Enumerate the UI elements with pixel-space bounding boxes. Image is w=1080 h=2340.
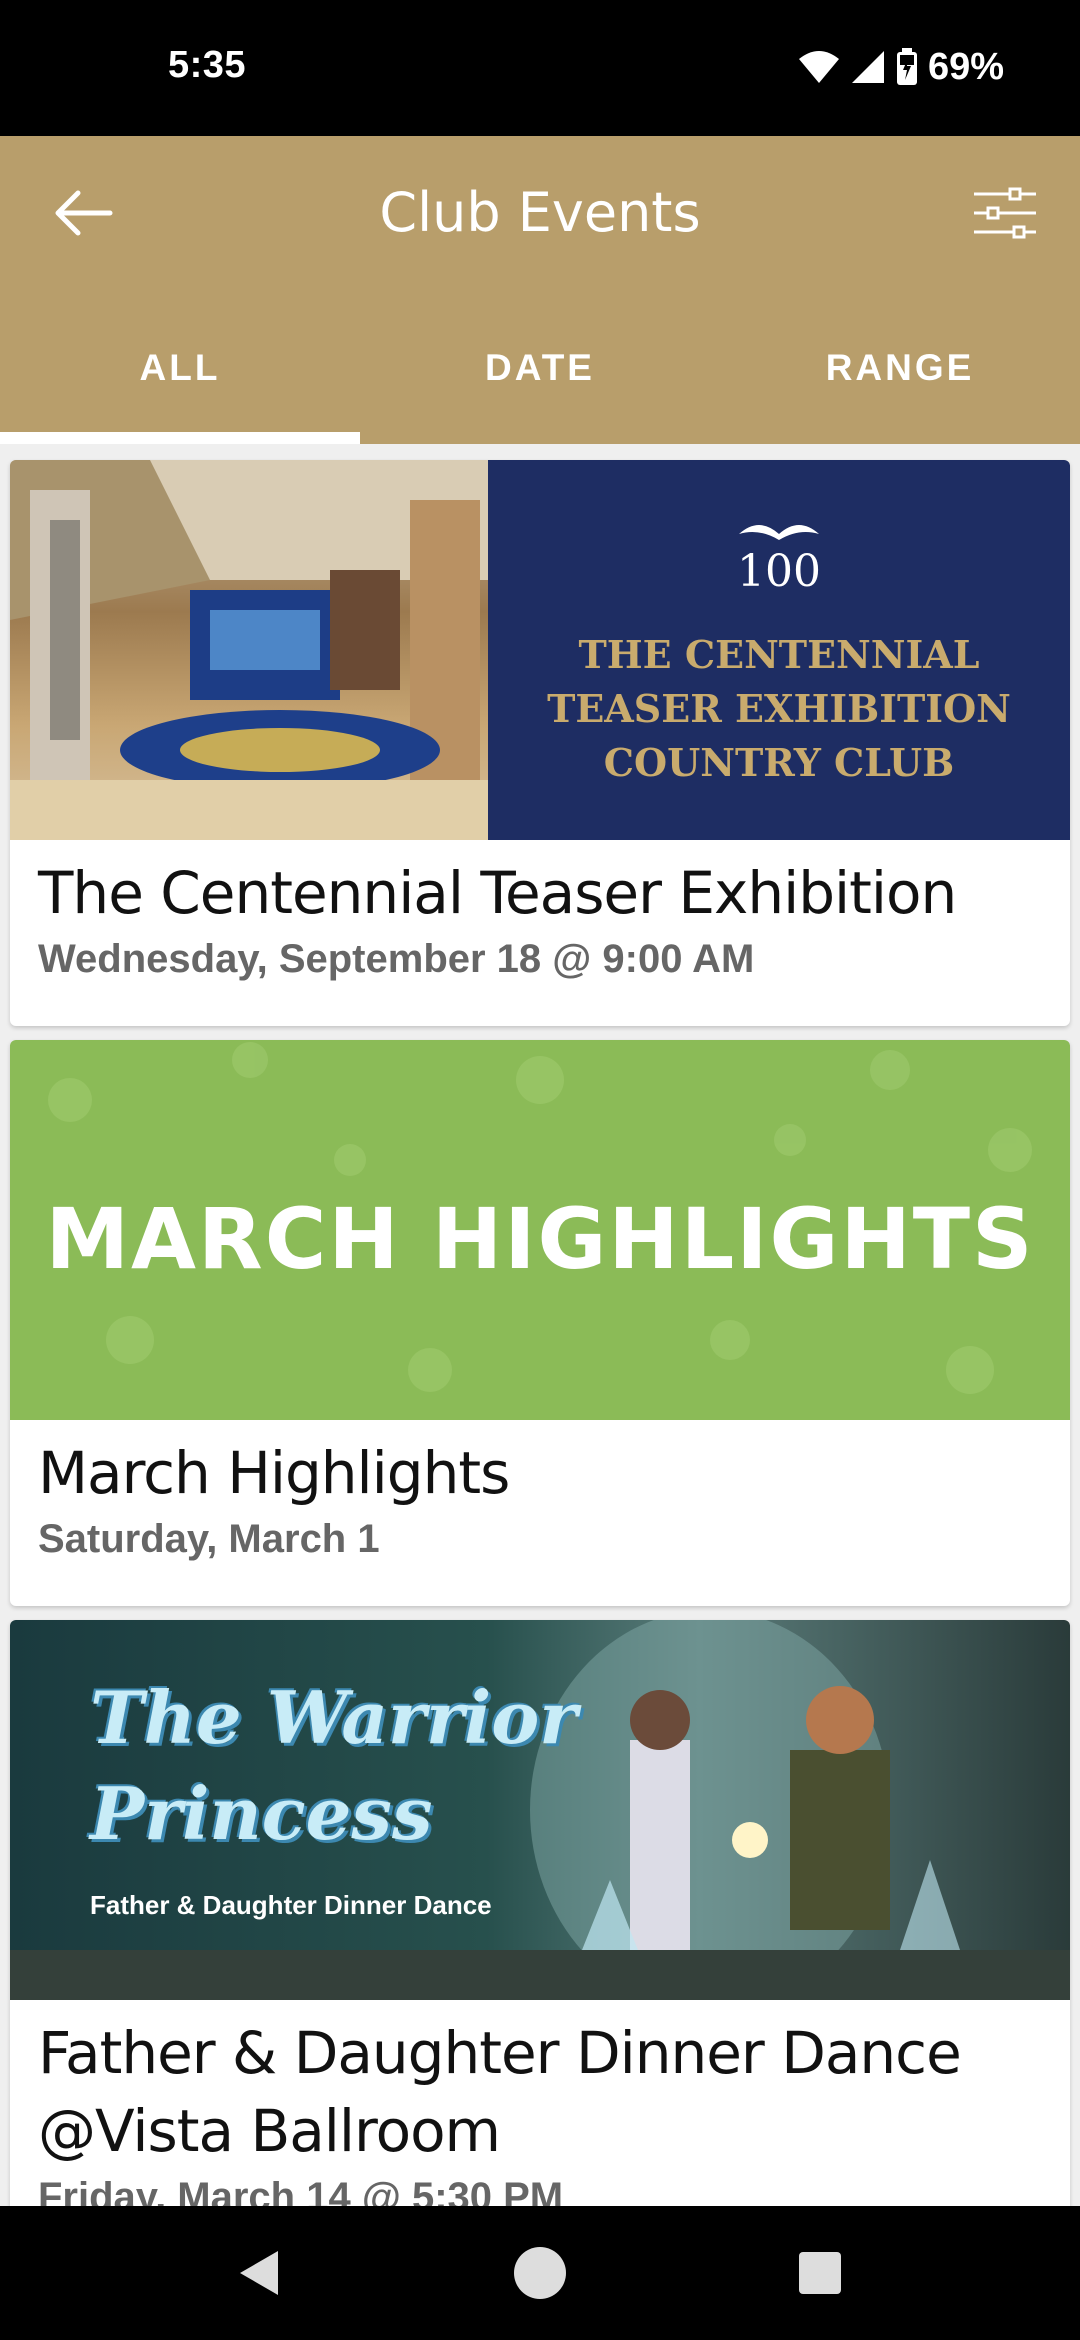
event-title: Father & Daughter Dinner Dance @Vista Ba… xyxy=(38,2019,962,2165)
svg-text:100: 100 xyxy=(737,546,821,592)
status-icons: 69% xyxy=(798,42,1004,92)
exhibition-hall-illustration xyxy=(10,460,488,840)
exhibition-banner: 100 THE CENTENNIAL TEASER EXHIBITION COU… xyxy=(488,460,1070,840)
event-image: MARCH HIGHLIGHTS xyxy=(10,1040,1070,1420)
banner-line-3: COUNTRY CLUB xyxy=(603,740,955,785)
event-list[interactable]: 100 THE CENTENNIAL TEASER EXHIBITION COU… xyxy=(0,444,1080,2206)
tab-bar: ALL DATE RANGE xyxy=(0,320,1080,444)
system-nav-bar xyxy=(0,2206,1080,2340)
banner-line-1: THE CENTENNIAL xyxy=(578,632,980,677)
page-title: Club Events xyxy=(379,181,701,244)
tab-range[interactable]: RANGE xyxy=(720,320,1080,444)
event-date: Saturday, March 1 xyxy=(38,1517,380,1561)
battery-icon xyxy=(896,48,917,85)
status-time: 5:35 xyxy=(168,44,247,86)
event-image: 100 THE CENTENNIAL TEASER EXHIBITION COU… xyxy=(10,460,1070,840)
event-card[interactable]: The Warrior Princess Father & Daughter D… xyxy=(10,1620,1070,2206)
event-image: The Warrior Princess Father & Daughter D… xyxy=(10,1620,1070,2000)
circle-home-icon[interactable] xyxy=(510,2243,570,2303)
battery-percent: 69% xyxy=(927,45,1004,88)
warrior-princess-subtitle: Father & Daughter Dinner Dance xyxy=(90,1890,492,1920)
script-line-1: The Warrior xyxy=(90,1675,578,1760)
exhibition-photo xyxy=(10,460,488,840)
centennial-logo: 100 xyxy=(737,525,821,592)
tab-all[interactable]: ALL xyxy=(0,320,360,444)
event-date: Wednesday, September 18 @ 9:00 AM xyxy=(38,937,755,981)
tab-date[interactable]: DATE xyxy=(360,320,720,444)
triangle-back-icon[interactable] xyxy=(230,2243,290,2303)
sliders-icon[interactable] xyxy=(970,180,1040,246)
signal-icon xyxy=(851,51,884,83)
warrior-princess-title: The Warrior Princess xyxy=(90,1670,577,1862)
exhibition-banner-text: THE CENTENNIAL TEASER EXHIBITION COUNTRY… xyxy=(488,628,1070,790)
event-title: The Centennial Teaser Exhibition xyxy=(38,859,957,927)
event-card[interactable]: 100 THE CENTENNIAL TEASER EXHIBITION COU… xyxy=(10,460,1070,1026)
status-bar: 5:35 69% xyxy=(0,0,1080,136)
wifi-icon xyxy=(798,51,839,83)
march-banner-text: MARCH HIGHLIGHTS xyxy=(45,1190,1035,1288)
event-title: March Highlights xyxy=(38,1439,510,1507)
banner-line-2: TEASER EXHIBITION xyxy=(547,686,1011,731)
square-recents-icon[interactable] xyxy=(790,2243,850,2303)
script-line-2: Princess xyxy=(90,1771,433,1856)
event-date: Friday, March 14 @ 5:30 PM xyxy=(38,2175,564,2206)
event-card[interactable]: MARCH HIGHLIGHTS March Highlights Saturd… xyxy=(10,1040,1070,1606)
